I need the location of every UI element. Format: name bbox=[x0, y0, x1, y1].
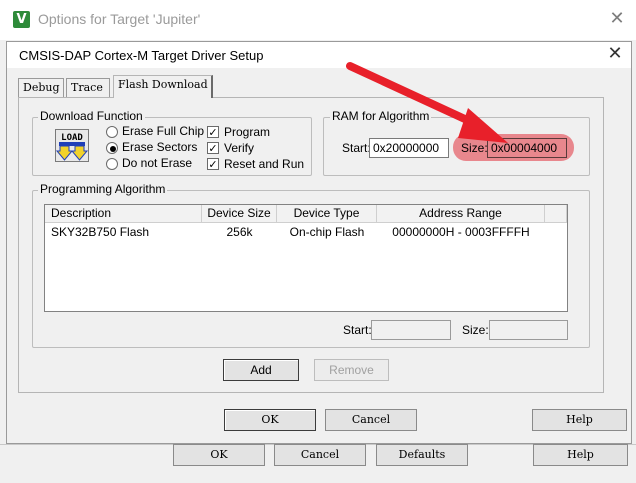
outer-cancel-button[interactable]: Cancel bbox=[274, 444, 366, 466]
column-header-device-size[interactable]: Device Size bbox=[202, 205, 277, 223]
column-header-description[interactable]: Description bbox=[45, 205, 202, 223]
dialog-title-bar: CMSIS-DAP Cortex-M Target Driver Setup bbox=[7, 42, 631, 68]
algorithm-start-label: Start: bbox=[343, 323, 372, 337]
column-header-device-type[interactable]: Device Type bbox=[277, 205, 377, 223]
radio-erase-sectors[interactable] bbox=[106, 142, 118, 154]
radio-erase-full-chip[interactable] bbox=[106, 126, 118, 138]
checkbox-reset-and-run[interactable]: ✓ bbox=[207, 158, 219, 170]
outer-help-button[interactable]: Help bbox=[533, 444, 628, 466]
checkbox-verify[interactable]: ✓ bbox=[207, 142, 219, 154]
row-device-type: On-chip Flash bbox=[289, 225, 365, 239]
load-icon: LOAD bbox=[55, 129, 89, 162]
radio-do-not-erase-label: Do not Erase bbox=[122, 156, 193, 170]
tab-flash-download[interactable]: Flash Download bbox=[113, 75, 213, 98]
checkbox-program-label: Program bbox=[224, 125, 271, 139]
keil-uvision-icon: V bbox=[13, 11, 30, 28]
algorithm-size-input[interactable] bbox=[489, 320, 568, 340]
checkbox-program[interactable]: ✓ bbox=[207, 126, 219, 138]
outer-defaults-button[interactable]: Defaults bbox=[376, 444, 468, 466]
algorithm-size-label: Size: bbox=[462, 323, 489, 337]
algorithm-list[interactable]: Description Device Size Device Type Addr… bbox=[44, 204, 568, 312]
radio-erase-full-chip-label: Erase Full Chip bbox=[122, 124, 205, 138]
row-address-range: 00000000H - 0003FFFFH bbox=[392, 225, 530, 239]
help-button[interactable]: Help bbox=[532, 409, 627, 431]
column-header-address-range[interactable]: Address Range bbox=[377, 205, 545, 223]
checkbox-verify-label: Verify bbox=[224, 141, 255, 155]
radio-do-not-erase[interactable] bbox=[106, 158, 118, 170]
column-header-filler bbox=[545, 205, 567, 223]
add-button[interactable]: Add bbox=[223, 359, 299, 381]
dialog-close-icon[interactable]: ✕ bbox=[604, 43, 626, 65]
remove-button[interactable]: Remove bbox=[314, 359, 389, 381]
checkbox-reset-and-run-label: Reset and Run bbox=[224, 157, 305, 171]
row-description: SKY32B750 Flash bbox=[51, 225, 150, 239]
row-device-size: 256k bbox=[226, 225, 253, 239]
programming-algorithm-title: Programming Algorithm bbox=[38, 182, 168, 196]
annotation-arrow bbox=[346, 62, 508, 143]
tab-trace[interactable]: Trace bbox=[66, 78, 110, 97]
tab-debug[interactable]: Debug bbox=[18, 78, 64, 97]
outer-close-icon[interactable]: ✕ bbox=[606, 8, 628, 30]
dialog-title: CMSIS-DAP Cortex-M Target Driver Setup bbox=[19, 48, 264, 63]
outer-window-title: Options for Target 'Jupiter' bbox=[38, 11, 201, 27]
table-row[interactable]: SKY32B750 Flash 256k On-chip Flash 00000… bbox=[45, 224, 567, 241]
radio-erase-sectors-label: Erase Sectors bbox=[122, 140, 198, 154]
algorithm-start-input[interactable] bbox=[371, 320, 451, 340]
ok-button[interactable]: OK bbox=[224, 409, 316, 431]
outer-ok-button[interactable]: OK bbox=[173, 444, 265, 466]
outer-title-bar: V Options for Target 'Jupiter' bbox=[0, 0, 636, 40]
download-function-title: Download Function bbox=[38, 109, 145, 123]
cancel-button[interactable]: Cancel bbox=[325, 409, 417, 431]
load-icon-text: LOAD bbox=[61, 133, 83, 143]
